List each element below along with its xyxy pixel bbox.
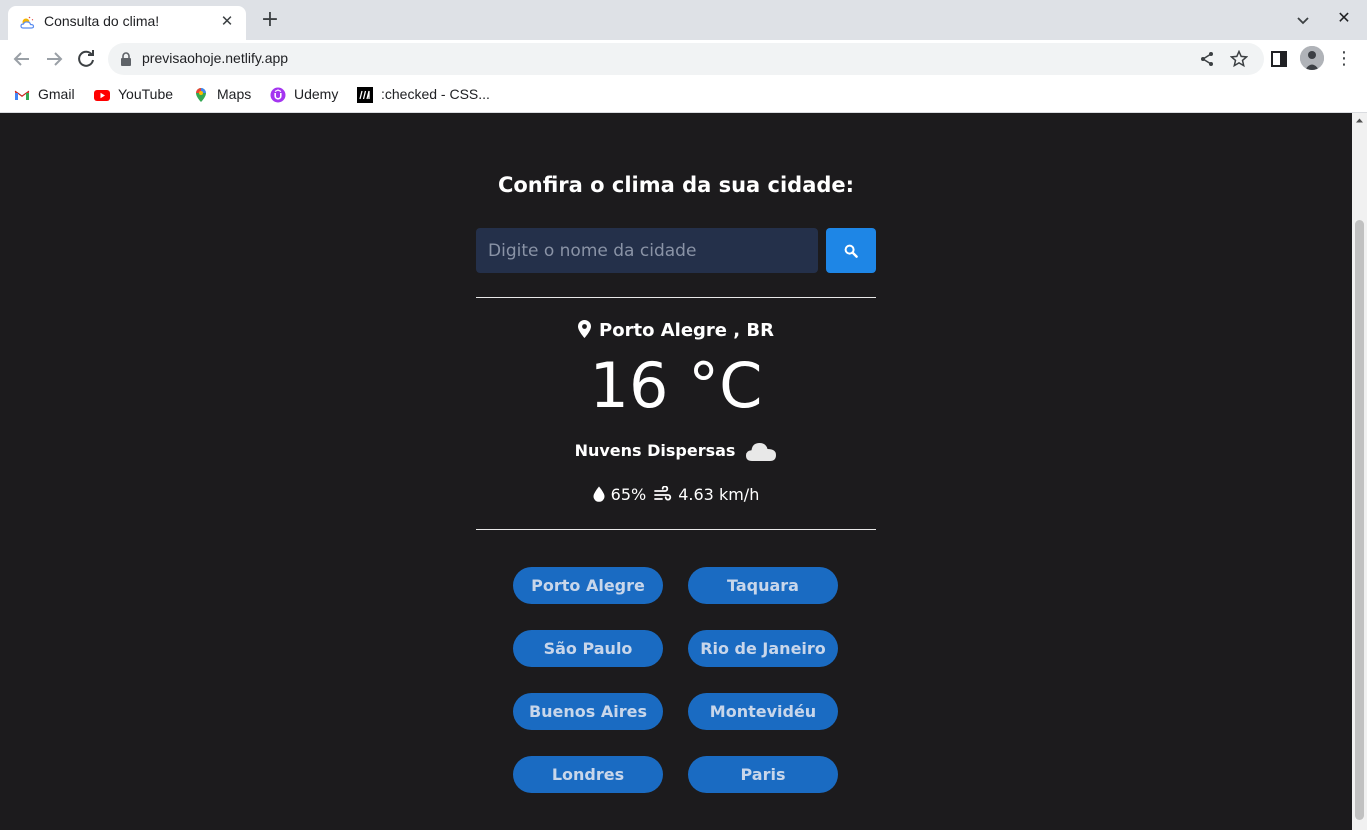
page-title: Confira o clima da sua cidade: bbox=[497, 173, 855, 197]
scroll-up-arrow-icon[interactable] bbox=[1355, 116, 1364, 125]
divider-top bbox=[476, 297, 876, 298]
address-bar[interactable]: previsaohoje.netlify.app bbox=[108, 43, 1264, 75]
gmail-icon bbox=[14, 90, 30, 100]
maps-icon bbox=[196, 88, 206, 102]
window-close-icon[interactable]: ✕ bbox=[1333, 7, 1355, 29]
weather-description: Nuvens Dispersas bbox=[0, 440, 1352, 462]
bookmark-label: Udemy bbox=[294, 86, 339, 102]
city-button-montevideu[interactable]: Montevidéu bbox=[688, 693, 838, 730]
city-button-londres[interactable]: Londres bbox=[513, 756, 663, 793]
youtube-icon bbox=[94, 90, 110, 101]
profile-avatar[interactable] bbox=[1300, 46, 1324, 70]
wind-value: 4.63 km/h bbox=[678, 485, 760, 504]
description-text: Nuvens Dispersas bbox=[574, 441, 736, 460]
city-button-porto-alegre[interactable]: Porto Alegre bbox=[513, 567, 663, 604]
temperature: 16 °C bbox=[589, 349, 763, 422]
person-icon bbox=[1300, 46, 1324, 70]
cloud-icon bbox=[746, 443, 777, 461]
bookmark-star-icon[interactable] bbox=[1230, 50, 1248, 68]
location-pin-icon bbox=[578, 320, 592, 338]
mdn-icon bbox=[357, 87, 373, 103]
bookmark-label: Gmail bbox=[38, 86, 75, 102]
humidity-drop-icon bbox=[593, 486, 605, 502]
back-arrow-icon[interactable] bbox=[10, 47, 34, 71]
new-tab-icon[interactable]: + bbox=[258, 9, 282, 33]
search-button[interactable] bbox=[826, 228, 876, 273]
tab-title: Consulta do clima! bbox=[44, 13, 160, 29]
share-icon[interactable] bbox=[1198, 50, 1216, 68]
city-button-paris[interactable]: Paris bbox=[688, 756, 838, 793]
bookmark-label: :checked - CSS... bbox=[381, 86, 490, 102]
url-text: previsaohoje.netlify.app bbox=[142, 50, 289, 66]
bookmark-label: YouTube bbox=[118, 86, 174, 102]
bookmarks-bar: Gmail YouTube Maps Udemy :checked - CSS.… bbox=[0, 78, 1367, 113]
weather-favicon-icon bbox=[20, 16, 35, 29]
divider-bottom bbox=[476, 529, 876, 530]
city-button-taquara[interactable]: Taquara bbox=[688, 567, 838, 604]
wind-icon bbox=[654, 486, 672, 501]
location-text: Porto Alegre , BR bbox=[599, 320, 774, 341]
page-scrollbar[interactable] bbox=[1352, 113, 1367, 830]
more-menu-icon[interactable]: ⋮ bbox=[1334, 48, 1354, 70]
city-button-buenos-aires[interactable]: Buenos Aires bbox=[513, 693, 663, 730]
udemy-icon bbox=[270, 87, 286, 103]
weather-location: Porto Alegre , BR bbox=[0, 320, 1352, 341]
humidity-value: 65% bbox=[610, 485, 647, 504]
city-button-sao-paulo[interactable]: São Paulo bbox=[513, 630, 663, 667]
search-icon bbox=[844, 244, 858, 258]
reload-icon[interactable] bbox=[74, 47, 98, 71]
browser-tab[interactable]: Consulta do clima! ✕ bbox=[8, 6, 246, 40]
close-tab-icon[interactable]: ✕ bbox=[218, 12, 236, 30]
chevron-down-icon[interactable] bbox=[1292, 10, 1314, 32]
city-search-input[interactable] bbox=[476, 228, 818, 273]
weather-app: Confira o clima da sua cidade: Porto Ale… bbox=[0, 113, 1352, 830]
bookmark-label: Maps bbox=[217, 86, 252, 102]
scrollbar-thumb[interactable] bbox=[1355, 220, 1364, 820]
browser-toolbar: previsaohoje.netlify.app ⋮ bbox=[0, 40, 1367, 78]
city-button-rio-de-janeiro[interactable]: Rio de Janeiro bbox=[688, 630, 838, 667]
weather-details: 65% 4.63 km/h bbox=[0, 485, 1352, 504]
tab-strip: Consulta do clima! ✕ + ✕ bbox=[0, 0, 1367, 40]
side-panel-icon[interactable] bbox=[1270, 50, 1288, 68]
lock-icon bbox=[121, 52, 131, 66]
forward-arrow-icon[interactable] bbox=[42, 47, 66, 71]
